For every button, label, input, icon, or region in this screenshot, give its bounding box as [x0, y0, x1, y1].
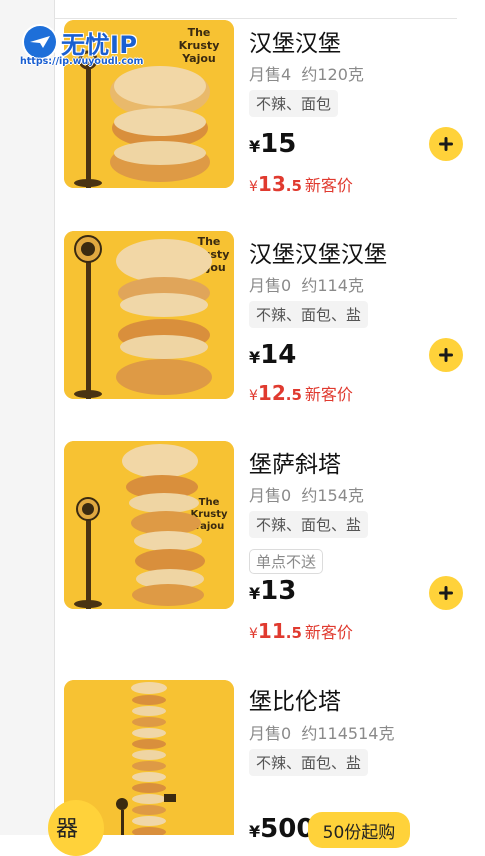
divider: [54, 18, 457, 19]
image-caption: The: [199, 497, 220, 508]
add-button[interactable]: [429, 127, 463, 161]
product-title: 汉堡汉堡汉堡: [249, 242, 387, 268]
price: ¥14: [249, 340, 296, 370]
promo-price-int: 12: [257, 381, 286, 405]
new-customer-price: ¥11.5 新客价: [249, 619, 353, 643]
monthly-sales: 月售0: [249, 276, 292, 295]
price: ¥500: [249, 814, 314, 844]
watermark: 无忧IP https://ip.wuyoudl.com: [18, 24, 168, 72]
sales-info: 月售0 约114514克: [249, 720, 394, 744]
plus-icon: [439, 348, 453, 362]
currency-symbol: ¥: [249, 822, 261, 841]
product-title: 堡萨斜塔: [249, 452, 341, 478]
weight: 约120克: [301, 65, 364, 84]
monthly-sales: 月售4: [249, 65, 292, 84]
price-value: 500: [260, 814, 315, 844]
promo-label: 新客价: [304, 623, 353, 642]
price: ¥15: [249, 129, 296, 159]
product-image[interactable]: The Krusty Yajou: [64, 441, 234, 609]
promo-label: 新客价: [304, 176, 353, 195]
cart-label: 器: [56, 817, 79, 842]
product-title: 堡比伦塔: [249, 689, 341, 715]
promo-price-dec: .5: [285, 177, 302, 195]
product-image[interactable]: The Krusty Yajou: [64, 231, 234, 399]
product-tags: 不辣、面包: [249, 90, 339, 117]
plus-icon: [439, 586, 453, 600]
watermark-url: https://ip.wuyoudl.com: [20, 56, 144, 67]
image-caption: The: [198, 235, 221, 248]
sales-info: 月售0 约114克: [249, 272, 364, 296]
monthly-sales: 月售0: [249, 486, 292, 505]
image-caption: Yajou: [181, 52, 216, 65]
category-sidebar: [0, 0, 55, 835]
product-title: 汉堡汉堡: [249, 31, 341, 57]
promo-price-int: 13: [257, 172, 286, 196]
currency-symbol: ¥: [249, 626, 258, 642]
new-customer-price: ¥12.5 新客价: [249, 381, 353, 405]
currency-symbol: ¥: [249, 348, 261, 367]
promo-label: 新客价: [304, 385, 353, 404]
product-card[interactable]: The Krusty Yajou 堡萨斜塔 月售0 约154克 不辣、面包、盐 …: [54, 441, 474, 671]
watermark-brand: 无忧IP: [61, 31, 138, 59]
product-tags: 不辣、面包、盐: [249, 749, 369, 776]
sales-info: 月售0 约154克: [249, 482, 364, 506]
burger-illustration: The Krusty Yajou: [64, 441, 234, 609]
image-caption: The: [188, 26, 211, 39]
paper-plane-icon: [24, 26, 56, 58]
product-card[interactable]: 堡比伦塔 月售0 约114514克 不辣、面包、盐 ¥500: [54, 680, 474, 844]
weight: 约114克: [301, 276, 364, 295]
new-customer-price: ¥13.5 新客价: [249, 172, 353, 196]
sales-info: 月售4 约120克: [249, 61, 364, 85]
currency-symbol: ¥: [249, 388, 258, 404]
weight: 约114514克: [301, 724, 395, 743]
burger-illustration: The Krusty Yajou: [64, 231, 234, 399]
no-delivery-badge: 单点不送: [249, 549, 324, 574]
promo-price-int: 11: [257, 619, 286, 643]
min-order-button[interactable]: 50份起购: [308, 812, 410, 848]
price-value: 13: [260, 576, 297, 606]
currency-symbol: ¥: [249, 584, 261, 603]
product-tags: 不辣、面包、盐: [249, 511, 369, 538]
product-card[interactable]: The Krusty Yajou 汉堡汉堡汉堡 月售0 约114克 不辣、面包、…: [54, 231, 474, 436]
promo-price-dec: .5: [285, 386, 302, 404]
currency-symbol: ¥: [249, 137, 261, 156]
add-button[interactable]: [429, 338, 463, 372]
plus-icon: [439, 137, 453, 151]
image-caption: Krusty: [179, 39, 220, 52]
monthly-sales: 月售0: [249, 724, 292, 743]
currency-symbol: ¥: [249, 179, 258, 195]
price-value: 14: [260, 340, 297, 370]
price-value: 15: [260, 129, 297, 159]
product-tags: 不辣、面包、盐: [249, 301, 369, 328]
weight: 约154克: [301, 486, 364, 505]
promo-price-dec: .5: [285, 624, 302, 642]
price: ¥13: [249, 576, 296, 606]
add-button[interactable]: [429, 576, 463, 610]
